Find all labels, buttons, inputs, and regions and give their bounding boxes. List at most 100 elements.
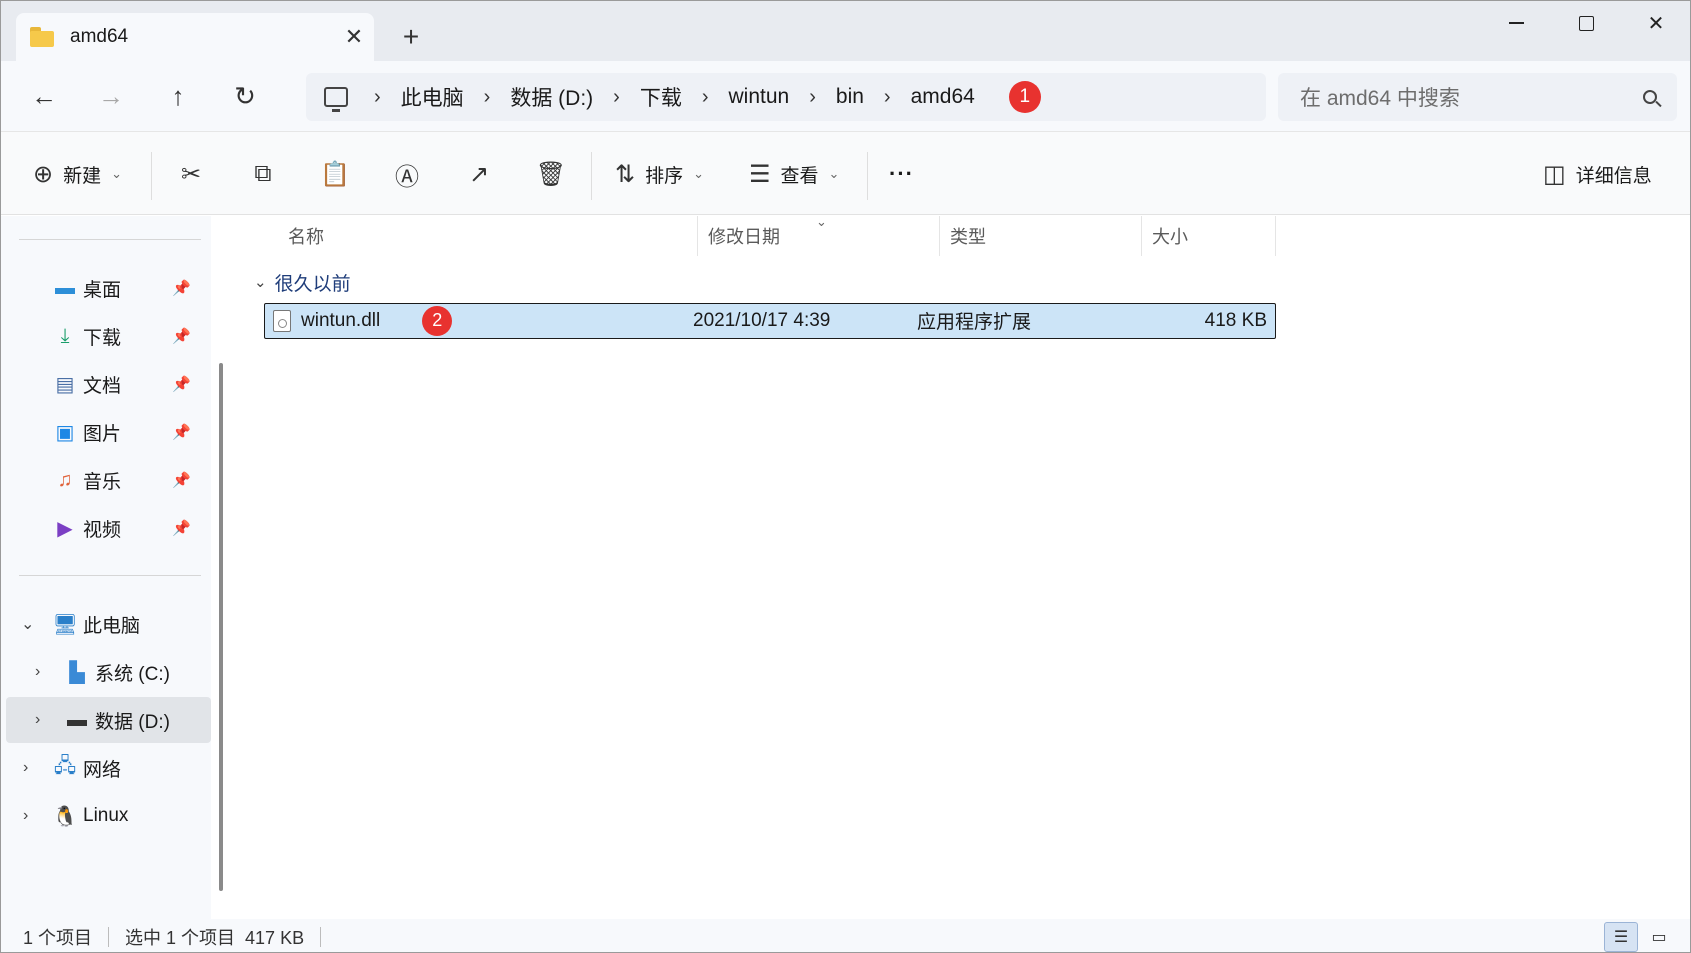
sidebar-item-this-pc[interactable]: ⌄ 🖥 此电脑 <box>1 601 211 647</box>
pin-icon[interactable]: 📌 <box>172 519 191 537</box>
group-header[interactable]: ⌄ 很久以前 <box>236 266 351 298</box>
chevron-right-icon[interactable]: › <box>23 807 28 825</box>
sidebar-divider <box>19 575 201 576</box>
delete-button[interactable]: 🗑 <box>529 152 573 196</box>
sidebar-item-label: 桌面 <box>83 279 122 301</box>
back-button[interactable]: ← <box>23 75 65 117</box>
refresh-button[interactable]: ↻ <box>224 75 266 117</box>
delete-icon: 🗑 <box>535 160 567 188</box>
sidebar-item-system-drive[interactable]: › ▙ 系统 (C:) <box>1 649 211 695</box>
sidebar-item-pictures[interactable]: ▣ 图片 📌 <box>1 409 211 455</box>
copy-button[interactable]: ⧉ <box>241 152 285 196</box>
tiles-view-icon: ▭ <box>1651 929 1667 946</box>
minimize-button[interactable] <box>1481 1 1551 45</box>
data-drive-icon: ▬ <box>67 708 87 731</box>
sidebar-item-label: 视频 <box>83 519 122 541</box>
view-mode-switcher: ☰ ▭ <box>1604 922 1676 952</box>
sidebar-item-label: 文档 <box>83 375 122 397</box>
pin-icon[interactable]: 📌 <box>172 423 191 441</box>
search-box[interactable]: 在 amd64 中搜索 <box>1278 73 1677 121</box>
breadcrumb-amd64[interactable]: amd64 <box>895 85 991 109</box>
breadcrumb-separator[interactable]: › <box>880 86 895 109</box>
sidebar-item-documents[interactable]: ▤ 文档 📌 <box>1 361 211 407</box>
sidebar-item-data-drive[interactable]: › ▬ 数据 (D:) <box>6 697 211 743</box>
sidebar-item-music[interactable]: ♫ 音乐 📌 <box>1 457 211 503</box>
chevron-right-icon[interactable]: › <box>35 711 40 729</box>
more-options-button[interactable]: ··· <box>889 152 914 196</box>
details-pane-icon: ◫ <box>1543 160 1566 188</box>
sidebar-scrollbar[interactable] <box>219 363 223 891</box>
sidebar-item-linux[interactable]: › 🐧 Linux <box>1 793 211 839</box>
selection-info: 选中 1 个项目 417 KB <box>125 927 305 948</box>
chevron-down-icon: ⌄ <box>828 166 840 181</box>
address-bar[interactable]: › 此电脑 › 数据 (D:) › 下载 › wintun › bin › am… <box>306 73 1266 121</box>
column-header-size[interactable]: 大小 <box>1142 216 1276 256</box>
chevron-right-icon[interactable]: › <box>35 663 40 681</box>
breadcrumb-separator[interactable]: › <box>480 86 495 109</box>
tab-close-button[interactable]: ✕ <box>334 19 374 55</box>
breadcrumb-data-drive[interactable]: 数据 (D:) <box>494 82 609 112</box>
cut-button[interactable]: ✂ <box>169 152 213 196</box>
linux-penguin-icon: 🐧 <box>52 805 78 828</box>
forward-button[interactable]: → <box>90 75 132 117</box>
chevron-down-icon[interactable]: ⌄ <box>21 614 34 634</box>
tiles-view-button[interactable]: ▭ <box>1642 922 1676 952</box>
desktop-icon: ▬ <box>55 276 75 299</box>
column-header-type[interactable]: 类型 <box>940 216 1142 256</box>
breadcrumb-downloads[interactable]: 下载 <box>624 82 698 112</box>
search-input[interactable]: 在 amd64 中搜索 <box>1300 82 1643 112</box>
close-window-button[interactable]: ✕ <box>1621 1 1690 45</box>
share-button[interactable]: ↗ <box>457 152 501 196</box>
up-button[interactable]: ↑ <box>157 75 199 117</box>
sidebar-item-label: 系统 (C:) <box>95 663 170 685</box>
file-name-cell: wintun.dll 2 <box>273 304 453 337</box>
navigation-pane: ▬ 桌面 📌 ⤓ 下载 📌 ▤ 文档 📌 ▣ 图片 📌 ♫ 音乐 📌 ▶ 视频 … <box>1 216 211 919</box>
pin-icon[interactable]: 📌 <box>172 471 191 489</box>
column-header-name[interactable]: 名称 <box>278 216 698 256</box>
pin-icon[interactable]: 📌 <box>172 279 191 297</box>
details-label: 详细信息 <box>1575 165 1652 187</box>
sidebar-item-downloads[interactable]: ⤓ 下载 📌 <box>1 313 211 359</box>
pin-icon[interactable]: 📌 <box>172 327 191 345</box>
chevron-right-icon[interactable]: › <box>23 759 28 777</box>
sidebar-item-desktop[interactable]: ▬ 桌面 📌 <box>1 265 211 311</box>
chevron-down-icon: ⌄ <box>254 274 267 291</box>
breadcrumb-this-pc[interactable]: 此电脑 <box>385 82 480 112</box>
breadcrumb-separator[interactable]: › <box>370 86 385 109</box>
system-drive-icon: ▙ <box>69 661 85 684</box>
details-view-button[interactable]: ☰ <box>1604 922 1638 952</box>
sidebar-item-network[interactable]: › 🖧 网络 <box>1 745 211 791</box>
rename-button[interactable]: Ⓐ <box>385 152 429 196</box>
videos-icon: ▶ <box>57 517 73 540</box>
breadcrumb-separator[interactable]: › <box>698 86 713 109</box>
view-label: 查看 <box>780 165 819 187</box>
documents-icon: ▤ <box>55 373 75 396</box>
download-icon: ⤓ <box>60 324 70 347</box>
rename-icon: Ⓐ <box>395 163 419 191</box>
breadcrumb-bin[interactable]: bin <box>820 85 880 109</box>
file-list-view: 名称 修改日期 ⌄ 类型 大小 ⌄ 很久以前 wintun.dll 2 2021… <box>236 214 1690 919</box>
paste-button[interactable]: 📋 <box>313 152 357 196</box>
sort-button[interactable]: ⇅ 排序 ⌄ <box>615 152 704 196</box>
command-divider <box>591 152 592 200</box>
pictures-icon: ▣ <box>55 421 75 444</box>
sidebar-divider <box>19 239 201 240</box>
breadcrumb-separator[interactable]: › <box>609 86 624 109</box>
details-pane-button[interactable]: ◫ 详细信息 <box>1543 152 1652 196</box>
group-label: 很久以前 <box>274 273 351 295</box>
maximize-button[interactable] <box>1551 1 1621 45</box>
sidebar-item-videos[interactable]: ▶ 视频 📌 <box>1 505 211 551</box>
maximize-icon <box>1578 15 1594 31</box>
breadcrumb-separator[interactable]: › <box>805 86 820 109</box>
table-row[interactable]: wintun.dll 2 2021/10/17 4:39 应用程序扩展 418 … <box>264 303 1276 339</box>
tab-amd64[interactable]: amd64 ✕ <box>16 13 374 61</box>
column-header-label: 名称 <box>288 227 324 247</box>
sidebar-item-label: Linux <box>83 805 129 826</box>
new-button[interactable]: ⊕ 新建 ⌄ <box>33 152 122 196</box>
view-icon: ☰ <box>749 160 771 188</box>
paste-icon: 📋 <box>320 160 350 188</box>
view-button[interactable]: ☰ 查看 ⌄ <box>749 152 839 196</box>
breadcrumb-wintun[interactable]: wintun <box>713 85 806 109</box>
new-tab-button[interactable]: + <box>393 19 429 55</box>
pin-icon[interactable]: 📌 <box>172 375 191 393</box>
